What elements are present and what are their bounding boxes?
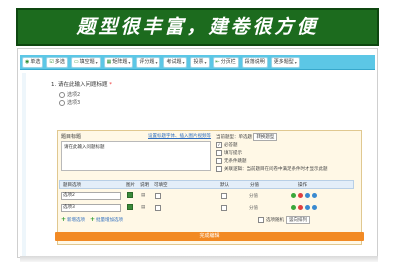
remove-icon[interactable] [298,193,303,198]
banner-title: 题型很丰富，建卷很方便 [16,8,379,46]
options-table-header: 题目选项 图片 说明 可填空 默认 分值 操作 [59,180,354,189]
question-type-row: 当前题型：单选题 转换题型 [216,133,278,141]
checkbox-icon[interactable] [216,150,222,156]
chevron-down-icon: ▾ [155,59,158,65]
toolbar-button-multi-choice[interactable]: ☑ 多选 [46,56,68,68]
checkbox-icon: ☑ [49,58,54,65]
radio-icon [59,91,65,98]
question-option[interactable]: 选项2 [59,91,80,98]
chevron-down-icon: ▾ [182,59,185,65]
move-down-icon[interactable] [312,193,317,198]
radio-icon [59,99,65,106]
checkbox-icon[interactable] [216,166,222,172]
question-option[interactable]: 选项3 [59,99,80,106]
checkbox-icon[interactable] [216,158,222,164]
toolbar-button-page-break[interactable]: ⇤ 分页栏 [212,56,239,68]
toolbar-button-single-choice[interactable]: ◉ 单选 [22,56,44,68]
plus-icon: + [61,216,67,223]
score-field[interactable]: 分值 [249,205,258,211]
plus-icon: + [90,216,96,223]
option-text-input[interactable]: 选项2 [61,192,121,200]
rich-text-link[interactable]: 设置标题字体、插入图片视频等 [148,133,211,139]
question-type-toolbar: ◉ 单选 ☑ 多选 ▭ 填空题 ▾ ▦ 矩阵题 ▾ 评分题 ▾ 考试题 ▾ 投票 ▾ ⇤ 分页栏 段… [20,55,375,70]
note-icon[interactable]: ▤ [141,205,145,210]
toolbar-button-rating[interactable]: 评分题 ▾ [136,56,161,68]
matrix-icon: ▦ [106,58,112,65]
add-icon[interactable] [291,205,296,210]
radio-icon: ◉ [25,58,30,65]
checkbox-icon[interactable] [258,217,264,223]
move-up-icon[interactable] [305,193,310,198]
checkbox-icon[interactable] [155,205,161,211]
chevron-down-icon: ▾ [95,59,98,65]
toolbar-button-more-types[interactable]: 更多题型 ▾ [270,56,300,68]
skip-checkbox-row[interactable]: 无条件跳题 [216,158,247,164]
layout-select[interactable]: 竖向排列 [286,216,310,224]
page-break-icon: ⇤ [215,58,220,65]
move-up-icon[interactable] [305,205,310,210]
question-title-textarea[interactable]: 请在此输入问题标题 [61,141,211,171]
toolbar-button-paragraph[interactable]: 段落说明 [241,56,268,68]
chevron-down-icon: ▾ [294,59,297,65]
image-icon[interactable] [127,204,133,210]
add-icon[interactable] [291,193,296,198]
option-text-input[interactable]: 选项3 [61,204,121,212]
checkbox-icon[interactable] [221,205,227,211]
option-row: 选项2 ▤ 分值 [59,191,354,201]
checkbox-checked-icon[interactable]: ✓ [216,142,222,148]
toolbar-button-vote[interactable]: 投票 ▾ [190,56,210,68]
logic-checkbox-row[interactable]: 关联逻辑：当前题目在问卷中满足条件时才显示此题 [216,166,328,172]
chevron-down-icon: ▾ [204,59,207,65]
fill-icon: ▭ [73,58,79,65]
note-icon[interactable]: ▤ [141,193,145,198]
remove-icon[interactable] [298,205,303,210]
required-checkbox-row[interactable]: ✓ 必答题 [216,142,238,148]
checkbox-icon[interactable] [221,193,227,199]
option-layout-controls: 选项随机 竖向排列 [258,216,310,224]
add-option-link[interactable]: + 新增选项 [61,216,85,223]
panel-shadow [20,256,378,262]
finish-editing-button[interactable]: 完成编辑 [55,232,364,241]
chevron-down-icon: ▾ [128,59,131,65]
checkbox-icon[interactable] [155,193,161,199]
toolbar-button-exam[interactable]: 考试题 ▾ [163,56,188,68]
move-down-icon[interactable] [312,205,317,210]
option-row: 选项3 ▤ 分值 [59,203,354,213]
hint-checkbox-row[interactable]: 填写提示 [216,150,242,156]
score-field[interactable]: 分值 [249,193,258,199]
toolbar-button-fill-blank[interactable]: ▭ 填空题 ▾ [70,56,101,68]
batch-add-link[interactable]: + 批量增加选项 [90,216,123,223]
image-icon[interactable] [127,192,133,198]
toolbar-button-matrix[interactable]: ▦ 矩阵题 ▾ [103,56,134,68]
convert-type-select[interactable]: 转换题型 [253,133,278,141]
edit-title-label: 题目标题 [61,134,82,140]
question-title[interactable]: 1. 请在此输入问题标题 * [51,80,112,88]
